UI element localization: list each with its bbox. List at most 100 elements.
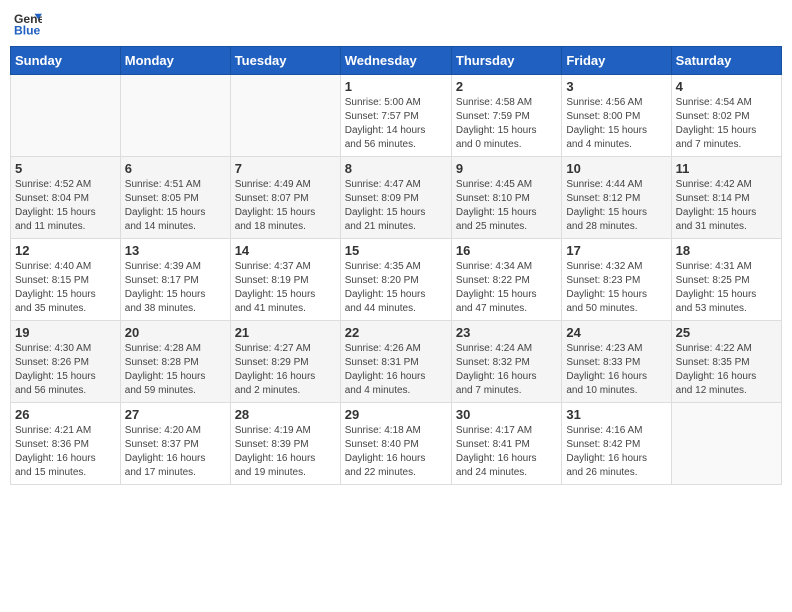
day-info: Sunrise: 4:54 AM Sunset: 8:02 PM Dayligh…: [676, 96, 777, 152]
cell-w3-d4: 16 Sunrise: 4:34 AM Sunset: 8:22 PM Dayli…: [451, 239, 561, 321]
cell-w2-d3: 8 Sunrise: 4:47 AM Sunset: 8:09 PM Daylig…: [340, 157, 451, 239]
day-info: Sunrise: 4:45 AM Sunset: 8:10 PM Dayligh…: [456, 178, 557, 234]
day-number: 4: [676, 79, 777, 94]
cell-w4-d5: 24 Sunrise: 4:23 AM Sunset: 8:33 PM Dayli…: [562, 321, 671, 403]
cell-w1-d5: 3 Sunrise: 4:56 AM Sunset: 8:00 PM Daylig…: [562, 75, 671, 157]
day-number: 16: [456, 243, 557, 258]
calendar-table: SundayMondayTuesdayWednesdayThursdayFrid…: [10, 46, 782, 485]
cell-w3-d6: 18 Sunrise: 4:31 AM Sunset: 8:25 PM Dayli…: [671, 239, 781, 321]
day-number: 11: [676, 161, 777, 176]
cell-w5-d4: 30 Sunrise: 4:17 AM Sunset: 8:41 PM Dayli…: [451, 403, 561, 485]
day-info: Sunrise: 4:28 AM Sunset: 8:28 PM Dayligh…: [125, 342, 226, 398]
cell-w2-d5: 10 Sunrise: 4:44 AM Sunset: 8:12 PM Dayli…: [562, 157, 671, 239]
day-info: Sunrise: 4:49 AM Sunset: 8:07 PM Dayligh…: [235, 178, 336, 234]
day-number: 30: [456, 407, 557, 422]
cell-w1-d4: 2 Sunrise: 4:58 AM Sunset: 7:59 PM Daylig…: [451, 75, 561, 157]
day-info: Sunrise: 4:58 AM Sunset: 7:59 PM Dayligh…: [456, 96, 557, 152]
week-row-1: 1 Sunrise: 5:00 AM Sunset: 7:57 PM Daylig…: [11, 75, 782, 157]
day-info: Sunrise: 4:17 AM Sunset: 8:41 PM Dayligh…: [456, 424, 557, 480]
day-number: 31: [566, 407, 666, 422]
day-info: Sunrise: 4:22 AM Sunset: 8:35 PM Dayligh…: [676, 342, 777, 398]
logo: General Blue: [14, 10, 42, 38]
cell-w1-d6: 4 Sunrise: 4:54 AM Sunset: 8:02 PM Daylig…: [671, 75, 781, 157]
day-number: 18: [676, 243, 777, 258]
cell-w3-d2: 14 Sunrise: 4:37 AM Sunset: 8:19 PM Dayli…: [230, 239, 340, 321]
header-row: SundayMondayTuesdayWednesdayThursdayFrid…: [11, 47, 782, 75]
day-info: Sunrise: 4:30 AM Sunset: 8:26 PM Dayligh…: [15, 342, 116, 398]
week-row-4: 19 Sunrise: 4:30 AM Sunset: 8:26 PM Dayli…: [11, 321, 782, 403]
day-number: 15: [345, 243, 447, 258]
day-number: 28: [235, 407, 336, 422]
cell-w1-d0: [11, 75, 121, 157]
cell-w1-d2: [230, 75, 340, 157]
day-number: 13: [125, 243, 226, 258]
header-sunday: Sunday: [11, 47, 121, 75]
cell-w5-d0: 26 Sunrise: 4:21 AM Sunset: 8:36 PM Dayli…: [11, 403, 121, 485]
day-number: 23: [456, 325, 557, 340]
day-info: Sunrise: 4:35 AM Sunset: 8:20 PM Dayligh…: [345, 260, 447, 316]
day-info: Sunrise: 4:34 AM Sunset: 8:22 PM Dayligh…: [456, 260, 557, 316]
header-friday: Friday: [562, 47, 671, 75]
day-info: Sunrise: 4:24 AM Sunset: 8:32 PM Dayligh…: [456, 342, 557, 398]
day-info: Sunrise: 4:51 AM Sunset: 8:05 PM Dayligh…: [125, 178, 226, 234]
header-tuesday: Tuesday: [230, 47, 340, 75]
header-monday: Monday: [120, 47, 230, 75]
cell-w4-d6: 25 Sunrise: 4:22 AM Sunset: 8:35 PM Dayli…: [671, 321, 781, 403]
day-number: 9: [456, 161, 557, 176]
day-info: Sunrise: 4:21 AM Sunset: 8:36 PM Dayligh…: [15, 424, 116, 480]
cell-w1-d1: [120, 75, 230, 157]
day-number: 19: [15, 325, 116, 340]
cell-w4-d0: 19 Sunrise: 4:30 AM Sunset: 8:26 PM Dayli…: [11, 321, 121, 403]
cell-w2-d2: 7Sunrise: 4:49 AM Sunset: 8:07 PM Daylig…: [230, 157, 340, 239]
week-row-2: 5Sunrise: 4:52 AM Sunset: 8:04 PM Daylig…: [11, 157, 782, 239]
cell-w5-d6: [671, 403, 781, 485]
day-number: 26: [15, 407, 116, 422]
day-info: Sunrise: 4:20 AM Sunset: 8:37 PM Dayligh…: [125, 424, 226, 480]
cell-w2-d1: 6 Sunrise: 4:51 AM Sunset: 8:05 PM Daylig…: [120, 157, 230, 239]
day-number: 17: [566, 243, 666, 258]
day-info: Sunrise: 4:32 AM Sunset: 8:23 PM Dayligh…: [566, 260, 666, 316]
cell-w2-d6: 11 Sunrise: 4:42 AM Sunset: 8:14 PM Dayli…: [671, 157, 781, 239]
day-number: 25: [676, 325, 777, 340]
day-number: 6: [125, 161, 226, 176]
day-info: Sunrise: 4:23 AM Sunset: 8:33 PM Dayligh…: [566, 342, 666, 398]
cell-w3-d0: 12Sunrise: 4:40 AM Sunset: 8:15 PM Dayli…: [11, 239, 121, 321]
day-info: Sunrise: 4:19 AM Sunset: 8:39 PM Dayligh…: [235, 424, 336, 480]
day-number: 14: [235, 243, 336, 258]
day-number: 29: [345, 407, 447, 422]
day-number: 27: [125, 407, 226, 422]
day-number: 20: [125, 325, 226, 340]
day-number: 21: [235, 325, 336, 340]
cell-w5-d3: 29 Sunrise: 4:18 AM Sunset: 8:40 PM Dayli…: [340, 403, 451, 485]
day-number: 5: [15, 161, 116, 176]
day-info: Sunrise: 4:18 AM Sunset: 8:40 PM Dayligh…: [345, 424, 447, 480]
cell-w4-d4: 23 Sunrise: 4:24 AM Sunset: 8:32 PM Dayli…: [451, 321, 561, 403]
header-thursday: Thursday: [451, 47, 561, 75]
day-info: Sunrise: 4:56 AM Sunset: 8:00 PM Dayligh…: [566, 96, 666, 152]
day-number: 1: [345, 79, 447, 94]
cell-w5-d2: 28 Sunrise: 4:19 AM Sunset: 8:39 PM Dayli…: [230, 403, 340, 485]
cell-w4-d2: 21 Sunrise: 4:27 AM Sunset: 8:29 PM Dayli…: [230, 321, 340, 403]
day-info: Sunrise: 4:27 AM Sunset: 8:29 PM Dayligh…: [235, 342, 336, 398]
logo-icon: General Blue: [14, 10, 42, 38]
cell-w2-d0: 5Sunrise: 4:52 AM Sunset: 8:04 PM Daylig…: [11, 157, 121, 239]
day-info: Sunrise: 4:42 AM Sunset: 8:14 PM Dayligh…: [676, 178, 777, 234]
day-number: 8: [345, 161, 447, 176]
svg-text:Blue: Blue: [14, 23, 41, 37]
day-info: Sunrise: 4:47 AM Sunset: 8:09 PM Dayligh…: [345, 178, 447, 234]
header-saturday: Saturday: [671, 47, 781, 75]
day-info: Sunrise: 5:00 AM Sunset: 7:57 PM Dayligh…: [345, 96, 447, 152]
week-row-3: 12Sunrise: 4:40 AM Sunset: 8:15 PM Dayli…: [11, 239, 782, 321]
day-number: 24: [566, 325, 666, 340]
day-number: 10: [566, 161, 666, 176]
cell-w1-d3: 1 Sunrise: 5:00 AM Sunset: 7:57 PM Daylig…: [340, 75, 451, 157]
day-number: 2: [456, 79, 557, 94]
cell-w5-d1: 27 Sunrise: 4:20 AM Sunset: 8:37 PM Dayli…: [120, 403, 230, 485]
cell-w4-d1: 20 Sunrise: 4:28 AM Sunset: 8:28 PM Dayli…: [120, 321, 230, 403]
day-info: Sunrise: 4:37 AM Sunset: 8:19 PM Dayligh…: [235, 260, 336, 316]
day-number: 3: [566, 79, 666, 94]
day-info: Sunrise: 4:31 AM Sunset: 8:25 PM Dayligh…: [676, 260, 777, 316]
cell-w3-d3: 15 Sunrise: 4:35 AM Sunset: 8:20 PM Dayli…: [340, 239, 451, 321]
day-info: Sunrise: 4:44 AM Sunset: 8:12 PM Dayligh…: [566, 178, 666, 234]
week-row-5: 26 Sunrise: 4:21 AM Sunset: 8:36 PM Dayli…: [11, 403, 782, 485]
